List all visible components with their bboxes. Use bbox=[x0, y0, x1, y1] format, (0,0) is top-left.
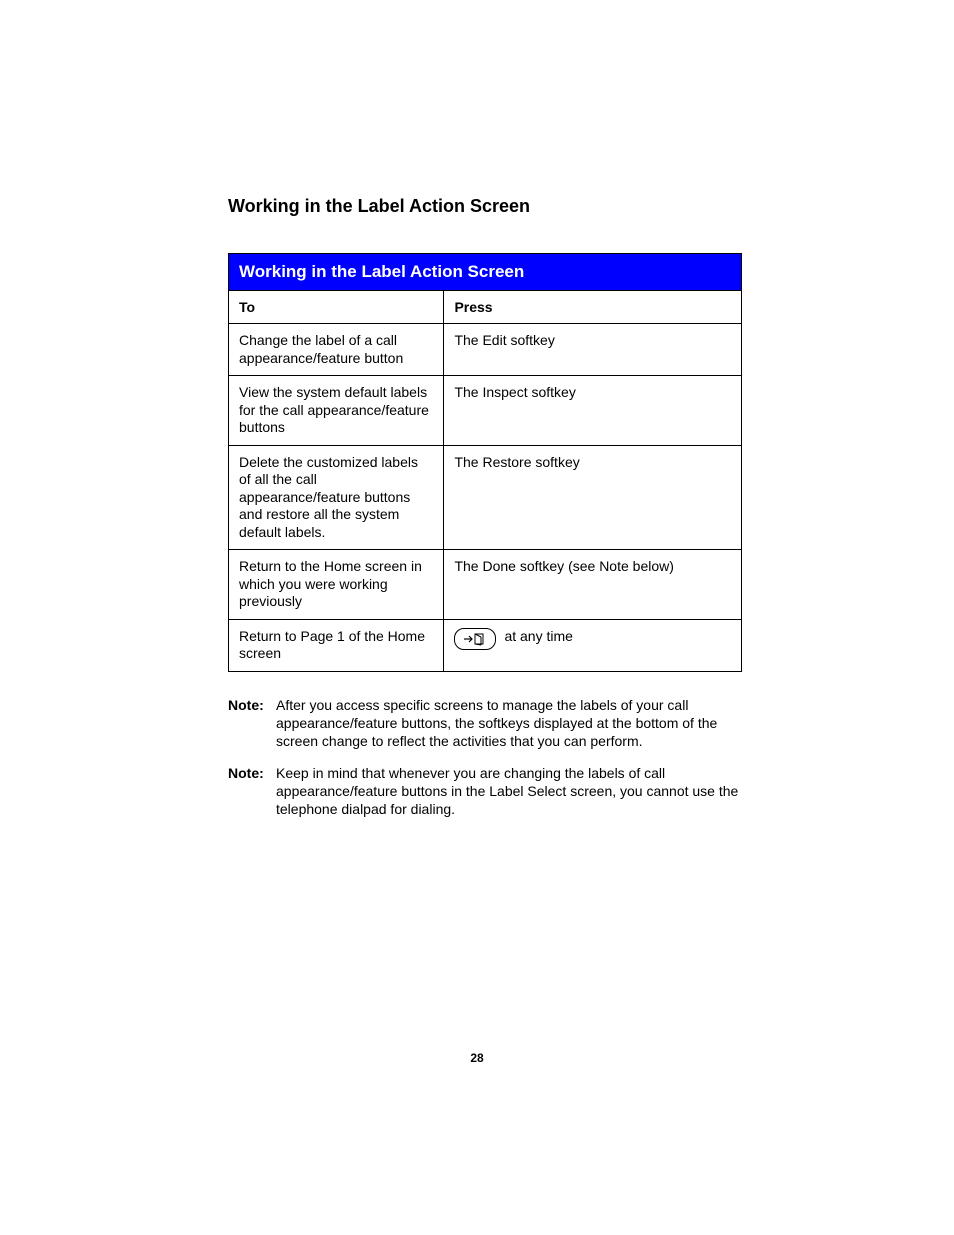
col-header-press: Press bbox=[444, 291, 742, 324]
action-table: Working in the Label Action Screen To Pr… bbox=[228, 253, 742, 672]
exit-button-icon bbox=[454, 628, 496, 650]
note-item: Note: After you access specific screens … bbox=[228, 696, 742, 751]
section-heading: Working in the Label Action Screen bbox=[228, 196, 742, 217]
table-row: View the system default labels for the c… bbox=[229, 376, 742, 446]
note-label: Note: bbox=[228, 764, 272, 819]
col-header-to: To bbox=[229, 291, 444, 324]
note-item: Note: Keep in mind that whenever you are… bbox=[228, 764, 742, 819]
notes-section: Note: After you access specific screens … bbox=[228, 696, 742, 819]
to-cell: Return to Page 1 of the Home screen bbox=[229, 619, 444, 671]
press-cell: The Inspect softkey bbox=[444, 376, 742, 446]
page-number: 28 bbox=[0, 1051, 954, 1065]
to-cell: Delete the customized labels of all the … bbox=[229, 445, 444, 550]
to-cell: Change the label of a call appearance/fe… bbox=[229, 324, 444, 376]
table-row: Return to Page 1 of the Home screen bbox=[229, 619, 742, 671]
note-text: After you access specific screens to man… bbox=[276, 696, 742, 751]
table-row: Return to the Home screen in which you w… bbox=[229, 550, 742, 620]
to-cell: View the system default labels for the c… bbox=[229, 376, 444, 446]
table-row: Delete the customized labels of all the … bbox=[229, 445, 742, 550]
note-label: Note: bbox=[228, 696, 272, 751]
press-cell: The Done softkey (see Note below) bbox=[444, 550, 742, 620]
table-title: Working in the Label Action Screen bbox=[229, 254, 742, 291]
press-cell: The Restore softkey bbox=[444, 445, 742, 550]
table-header-row: To Press bbox=[229, 291, 742, 324]
table-row: Change the label of a call appearance/fe… bbox=[229, 324, 742, 376]
table-title-row: Working in the Label Action Screen bbox=[229, 254, 742, 291]
press-cell: The Edit softkey bbox=[444, 324, 742, 376]
press-cell: at any time bbox=[444, 619, 742, 671]
note-text: Keep in mind that whenever you are chang… bbox=[276, 764, 742, 819]
press-text: at any time bbox=[504, 628, 731, 646]
to-cell: Return to the Home screen in which you w… bbox=[229, 550, 444, 620]
page: Working in the Label Action Screen Worki… bbox=[0, 0, 954, 1235]
